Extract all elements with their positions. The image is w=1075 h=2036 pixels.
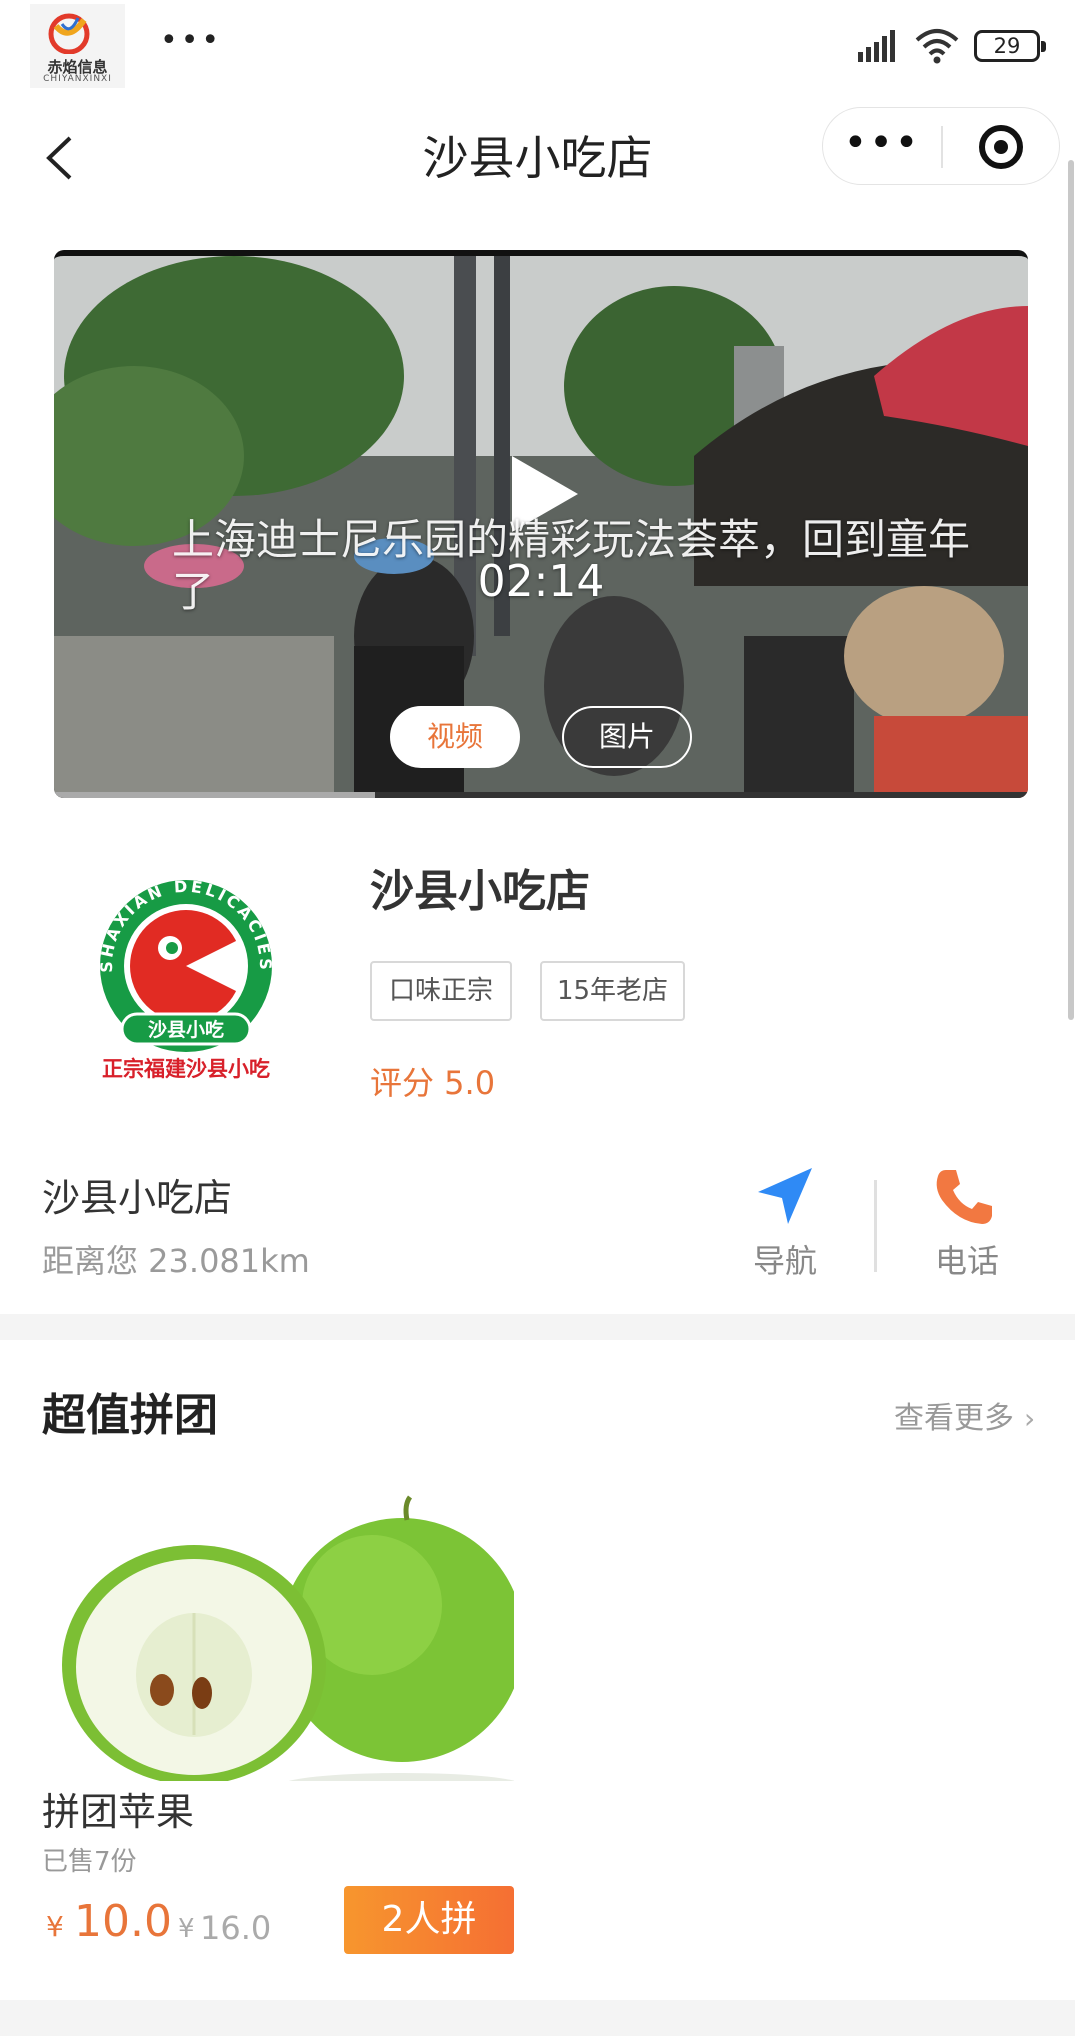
original-price: 16.0 — [200, 1909, 272, 1947]
location-distance: 距离您 23.081km — [42, 1242, 310, 1280]
section-title: 超值拼团 — [42, 1390, 218, 1441]
store-rating: 评分 5.0 — [370, 1064, 496, 1102]
capsule-divider — [941, 126, 943, 168]
bottom-divider — [0, 2000, 1075, 2036]
video-player[interactable]: 上海迪士尼乐园的精彩玩法荟萃，回到童年了 02:14 视频 图片 — [54, 250, 1028, 798]
nav-bar: 沙县小吃店 ••• — [0, 95, 1075, 220]
group-buy-button[interactable]: 2人拼 — [344, 1886, 514, 1954]
original-price-currency: ¥ — [178, 1914, 195, 1944]
phone-icon — [936, 1170, 992, 1224]
battery-icon: 29 — [974, 30, 1046, 62]
wifi-icon — [915, 29, 959, 64]
navigation-icon — [758, 1168, 812, 1224]
chevron-right-icon: › — [1024, 1402, 1036, 1435]
signal-icon — [858, 30, 895, 62]
video-duration: 02:14 — [477, 556, 605, 607]
scrollbar[interactable] — [1068, 160, 1074, 1020]
section-divider — [0, 1314, 1075, 1340]
call-button[interactable]: 电话 — [922, 1160, 1012, 1285]
apple-image — [42, 1495, 514, 1781]
see-more-label: 查看更多 — [894, 1401, 1014, 1436]
see-more-link[interactable]: 查看更多 › — [894, 1394, 1035, 1444]
app-logo-icon — [48, 13, 90, 54]
navigation-label: 导航 — [752, 1242, 817, 1280]
mini-program-capsule: ••• — [822, 107, 1060, 185]
tab-video[interactable]: 视频 — [390, 706, 520, 768]
target-icon[interactable] — [979, 125, 1023, 169]
location-name: 沙县小吃店 — [42, 1176, 233, 1220]
navigation-button[interactable]: 导航 — [740, 1160, 830, 1285]
logo-text-band: 沙县小吃 — [148, 1018, 224, 1041]
status-dots: ••• — [160, 23, 223, 58]
app-logo: 赤焰信息 CHIYANXINXI — [30, 4, 125, 88]
store-logo: SHAXIAN DELICACIES 沙县小吃 正宗福建沙县小吃 — [97, 877, 272, 1081]
store-name: 沙县小吃店 — [370, 866, 590, 917]
store-tag: 15年老店 — [540, 961, 685, 1021]
product-sold-count: 已售7份 — [42, 1847, 137, 1877]
price-currency: ¥ — [46, 1910, 64, 1943]
product-image[interactable] — [42, 1495, 514, 1781]
status-bar: 赤焰信息 CHIYANXINXI ••• 29 — [0, 0, 1075, 95]
video-progress-bar[interactable] — [54, 792, 1028, 798]
product-name[interactable]: 拼团苹果 — [42, 1784, 194, 1840]
action-divider — [874, 1180, 877, 1272]
store-tag: 口味正宗 — [370, 961, 512, 1021]
call-label: 电话 — [934, 1242, 999, 1280]
group-price: 10.0 — [74, 1896, 172, 1947]
tab-image[interactable]: 图片 — [562, 706, 692, 768]
logo-text-bottom: 正宗福建沙县小吃 — [102, 1056, 270, 1081]
video-progress-fill — [54, 792, 376, 798]
more-icon[interactable]: ••• — [823, 108, 941, 184]
app-logo-subtitle: CHIYANXINXI — [43, 74, 112, 84]
